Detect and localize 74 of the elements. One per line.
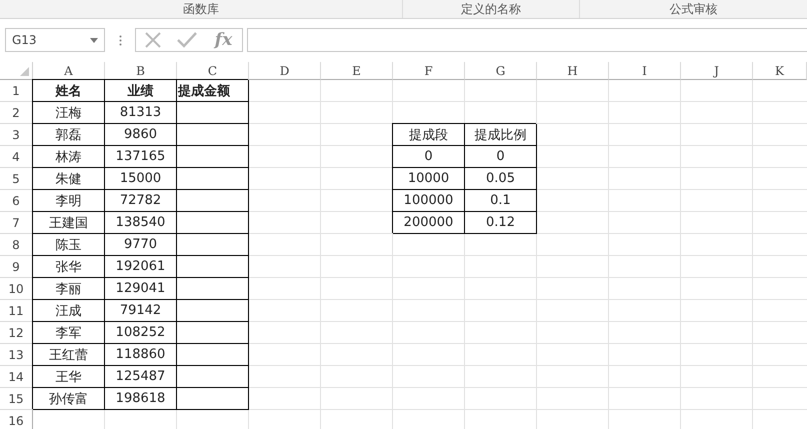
table-cell: 198618 [105,388,177,410]
select-all-corner-icon[interactable] [20,67,29,76]
table-cell: 10000 [393,168,465,190]
table-cell: 200000 [393,212,465,234]
table-cell: 0.12 [465,212,537,234]
table-cell: 郭磊 [33,124,105,146]
ribbon-group-label: 函数库 [183,0,219,18]
row-header[interactable]: 1 [0,80,33,102]
ribbon-group-label: 公式审核 [670,0,718,18]
table-cell: 林涛 [33,146,105,168]
dropdown-caret-icon [90,38,98,42]
table-cell: 72782 [105,190,177,212]
row-header[interactable]: 6 [0,190,33,212]
table-cell: 李明 [33,190,105,212]
table-cell: 姓名 [33,80,105,102]
table-cell: 业绩 [105,80,177,102]
table-cell: 125487 [105,366,177,388]
column-header[interactable]: H [537,62,609,80]
drag-handle-icon[interactable] [119,34,122,46]
table-cell: 100000 [393,190,465,212]
row-header[interactable]: 2 [0,102,33,124]
cancel-icon[interactable] [144,31,162,49]
table-cell: 提成比例 [465,124,537,146]
table-cell: 汪成 [33,300,105,322]
column-header[interactable]: E [321,62,393,80]
table-cell: 王华 [33,366,105,388]
name-box[interactable]: G13 [5,28,105,52]
table-cell: 138540 [105,212,177,234]
table-cell: 0.1 [465,190,537,212]
table-cell: 108252 [105,322,177,344]
ribbon-group-label: 定义的名称 [461,0,521,18]
table-cell: 81313 [105,102,177,124]
table-cell: 0 [465,146,537,168]
table-cell: 15000 [105,168,177,190]
column-header[interactable]: F [393,62,465,80]
table-cell: 提成段 [393,124,465,146]
table-cell: 汪梅 [33,102,105,124]
row-header[interactable]: 7 [0,212,33,234]
table-cell: 9860 [105,124,177,146]
row-header[interactable]: 8 [0,234,33,256]
table-cell: 137165 [105,146,177,168]
table-cell: 王红蕾 [33,344,105,366]
table-cell: 朱健 [33,168,105,190]
table-cell: 提成金额 [177,80,249,102]
table-cell: 张华 [33,256,105,278]
column-header[interactable]: G [465,62,537,80]
row-header[interactable]: 13 [0,344,33,366]
table-cell: 129041 [105,278,177,300]
column-header[interactable]: D [249,62,321,80]
table-cell: 陈玉 [33,234,105,256]
table-cell: 9770 [105,234,177,256]
row-header[interactable]: 11 [0,300,33,322]
table-cell: 王建国 [33,212,105,234]
row-header[interactable]: 5 [0,168,33,190]
row-header[interactable]: 15 [0,388,33,410]
row-header[interactable]: 10 [0,278,33,300]
table-cell: 192061 [105,256,177,278]
column-header[interactable]: J [681,62,753,80]
table-cell: 0 [393,146,465,168]
column-header[interactable]: I [609,62,681,80]
column-header[interactable]: K [753,62,807,80]
table-cell: 李丽 [33,278,105,300]
table-cell: 0.05 [465,168,537,190]
row-header[interactable]: 14 [0,366,33,388]
row-header[interactable]: 4 [0,146,33,168]
table-cell: 李军 [33,322,105,344]
row-header[interactable]: 3 [0,124,33,146]
table-cell: 79142 [105,300,177,322]
row-header[interactable]: 12 [0,322,33,344]
check-icon[interactable] [177,32,198,48]
row-header[interactable]: 9 [0,256,33,278]
table-cell: 孙传富 [33,388,105,410]
formula-input-field[interactable] [247,28,807,52]
table-cell: 118860 [105,344,177,366]
